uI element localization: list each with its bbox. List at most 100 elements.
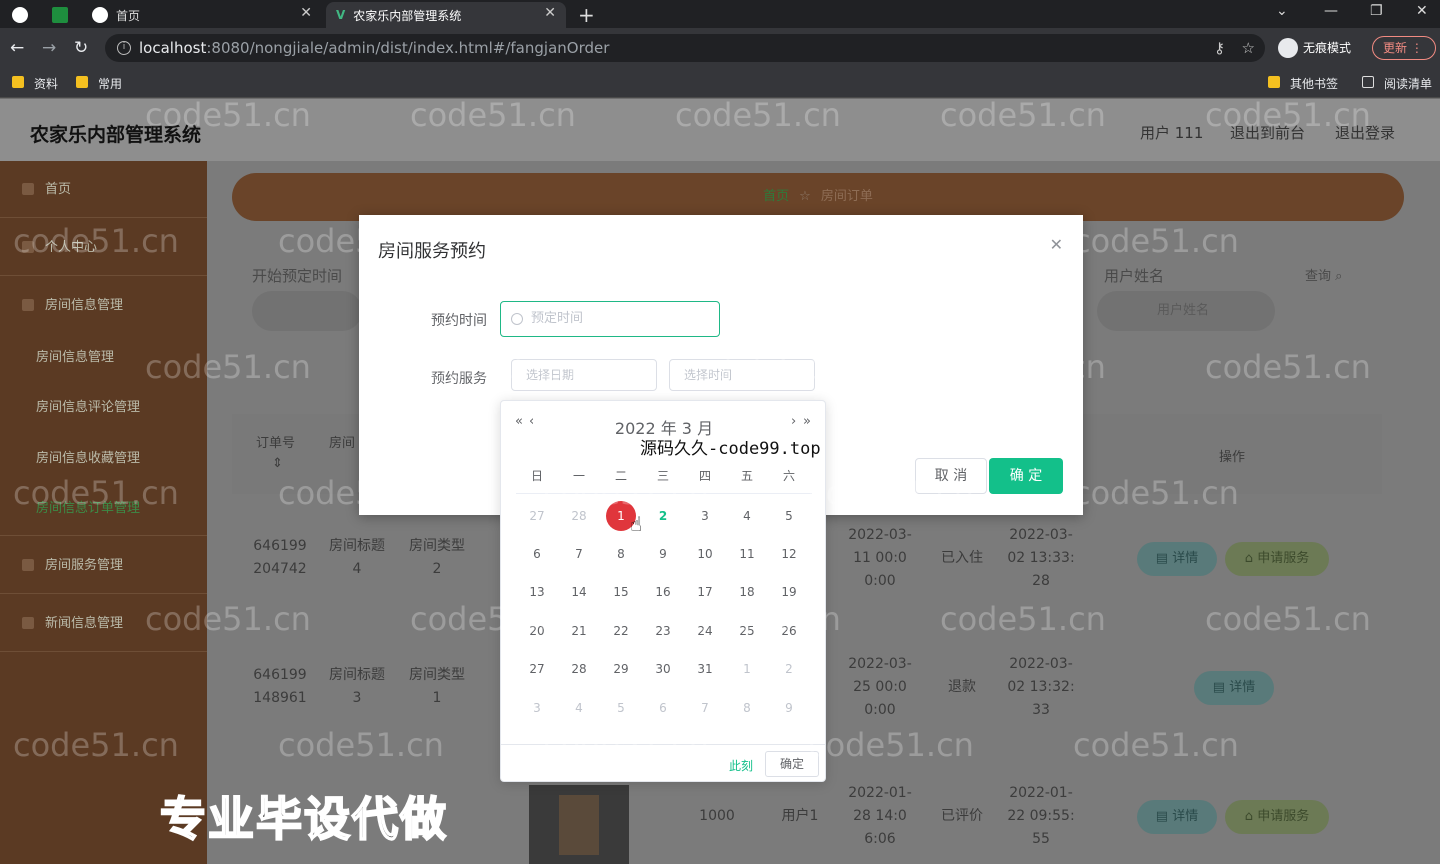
- date-cell[interactable]: 6: [642, 689, 684, 727]
- date-cell[interactable]: 27: [516, 650, 558, 688]
- key-icon[interactable]: ⚷: [1214, 34, 1225, 62]
- date-cell[interactable]: 8: [726, 689, 768, 727]
- forward-icon[interactable]: →: [42, 38, 56, 58]
- cancel-button[interactable]: 取 消: [915, 458, 987, 494]
- url-input[interactable]: i localhost:8080/nongjiale/admin/dist/in…: [105, 34, 1265, 62]
- restore-icon[interactable]: ❐: [1370, 3, 1383, 19]
- sidebar-item-room-info[interactable]: 房间信息管理: [0, 333, 207, 383]
- date-cell[interactable]: 14: [558, 573, 600, 611]
- sidebar-item-profile[interactable]: 个人中心: [0, 219, 207, 276]
- date-cell[interactable]: 28: [558, 650, 600, 688]
- sidebar-item-room-comment[interactable]: 房间信息评论管理: [0, 383, 207, 433]
- sidebar-item-room-order[interactable]: 房间信息订单管理: [0, 484, 207, 536]
- sidebar-item-room-service[interactable]: 房间服务管理: [0, 537, 207, 594]
- date-cell[interactable]: 7: [558, 535, 600, 573]
- close-icon[interactable]: ✕: [544, 5, 556, 21]
- logout-link[interactable]: 退出登录: [1335, 122, 1395, 143]
- date-cell[interactable]: 31: [684, 650, 726, 688]
- date-cell[interactable]: 21: [558, 612, 600, 650]
- date-cell[interactable]: 2: [768, 650, 810, 688]
- filter-user-input[interactable]: 用户姓名: [1097, 291, 1275, 331]
- reading-list[interactable]: 阅读清单: [1362, 75, 1432, 92]
- date-cell[interactable]: 4: [558, 689, 600, 727]
- date-cell[interactable]: 1: [726, 650, 768, 688]
- bookmark-item[interactable]: 常用: [76, 75, 122, 92]
- close-icon[interactable]: ✕: [300, 5, 312, 21]
- date-cell[interactable]: 28: [558, 497, 600, 535]
- reload-icon[interactable]: ↻: [74, 38, 88, 58]
- date-cell[interactable]: 27: [516, 497, 558, 535]
- confirm-button[interactable]: 确 定: [989, 458, 1063, 494]
- detail-button[interactable]: ▤ 详情: [1137, 542, 1217, 576]
- date-cell[interactable]: 25: [726, 612, 768, 650]
- incognito-badge[interactable]: 无痕模式: [1275, 36, 1351, 60]
- date-cell[interactable]: 3: [684, 497, 726, 535]
- date-cell[interactable]: 5: [768, 497, 810, 535]
- back-icon[interactable]: ←: [10, 38, 24, 58]
- date-cell[interactable]: 22: [600, 612, 642, 650]
- close-icon[interactable]: ✕: [1050, 235, 1063, 254]
- new-tab-button[interactable]: +: [578, 2, 595, 28]
- date-input[interactable]: 选择日期: [511, 359, 657, 391]
- date-cell[interactable]: 10: [684, 535, 726, 573]
- tab-search-icon[interactable]: ⌄: [1276, 3, 1288, 19]
- picker-footer: 此刻 确定: [501, 744, 825, 782]
- browser-tab-app[interactable]: V 农家乐内部管理系统 ✕: [326, 2, 566, 28]
- next-year-icon[interactable]: »: [803, 414, 811, 429]
- booking-time-input[interactable]: 预定时间: [500, 301, 720, 337]
- date-cell[interactable]: 8: [600, 535, 642, 573]
- date-cell[interactable]: 4: [726, 497, 768, 535]
- sort-icon[interactable]: ⇕: [272, 456, 283, 471]
- apply-service-button[interactable]: ⌂ 申请服务: [1225, 542, 1329, 576]
- info-icon[interactable]: i: [117, 41, 131, 55]
- sidebar-item-news[interactable]: 新闻信息管理: [0, 595, 207, 652]
- date-cell[interactable]: 30: [642, 650, 684, 688]
- date-cell[interactable]: 12: [768, 535, 810, 573]
- filter-start-input[interactable]: [252, 291, 362, 331]
- date-cell[interactable]: 16: [642, 573, 684, 611]
- apply-service-button[interactable]: ⌂ 申请服务: [1225, 800, 1329, 834]
- date-cell[interactable]: 6: [516, 535, 558, 573]
- date-cell[interactable]: 5: [600, 689, 642, 727]
- date-cell[interactable]: 29: [600, 650, 642, 688]
- date-cell[interactable]: 26: [768, 612, 810, 650]
- bookmark-item[interactable]: 其他书签: [1268, 75, 1338, 92]
- column-header: 操作: [1219, 450, 1246, 465]
- close-window-icon[interactable]: ✕: [1416, 3, 1428, 19]
- time-input[interactable]: 选择时间: [669, 359, 815, 391]
- sidebar-item-room-group[interactable]: 房间信息管理: [0, 277, 207, 334]
- detail-button[interactable]: ▤ 详情: [1194, 671, 1274, 705]
- now-button[interactable]: 此刻: [729, 757, 753, 774]
- date-cell[interactable]: 18: [726, 573, 768, 611]
- minimize-icon[interactable]: —: [1324, 3, 1338, 19]
- date-cell[interactable]: 23: [642, 612, 684, 650]
- detail-button[interactable]: ▤ 详情: [1137, 800, 1217, 834]
- next-month-icon[interactable]: ›: [791, 414, 796, 429]
- date-cell[interactable]: 9: [768, 689, 810, 727]
- detail-label: 详情: [1172, 551, 1199, 566]
- sidebar-item-room-favorite[interactable]: 房间信息收藏管理: [0, 434, 207, 484]
- date-cell[interactable]: 3: [516, 689, 558, 727]
- browser-tab-home[interactable]: 首页 ✕: [92, 2, 322, 28]
- browser-tab-sheet[interactable]: [52, 2, 82, 28]
- date-cell[interactable]: 11: [726, 535, 768, 573]
- sidebar-item-home[interactable]: 首页: [0, 161, 207, 218]
- date-cell[interactable]: 9: [642, 535, 684, 573]
- update-button[interactable]: 更新 ⋮: [1372, 36, 1436, 60]
- back-to-front-link[interactable]: 退出到前台: [1230, 122, 1305, 143]
- date-cell-today[interactable]: 2: [642, 497, 684, 535]
- browser-tab-pinned[interactable]: [12, 2, 42, 28]
- star-icon[interactable]: ☆: [1242, 34, 1255, 62]
- bookmark-item[interactable]: 资料: [12, 75, 58, 92]
- breadcrumb-home[interactable]: 首页: [763, 189, 789, 204]
- filter-label-user: 用户姓名: [1104, 267, 1165, 285]
- date-cell[interactable]: 17: [684, 573, 726, 611]
- date-cell[interactable]: 24: [684, 612, 726, 650]
- date-cell[interactable]: 7: [684, 689, 726, 727]
- date-cell[interactable]: 15: [600, 573, 642, 611]
- date-cell[interactable]: 20: [516, 612, 558, 650]
- date-cell[interactable]: 13: [516, 573, 558, 611]
- query-button[interactable]: 查询 ⌕: [1305, 265, 1342, 284]
- picker-ok-button[interactable]: 确定: [765, 751, 819, 777]
- date-cell[interactable]: 19: [768, 573, 810, 611]
